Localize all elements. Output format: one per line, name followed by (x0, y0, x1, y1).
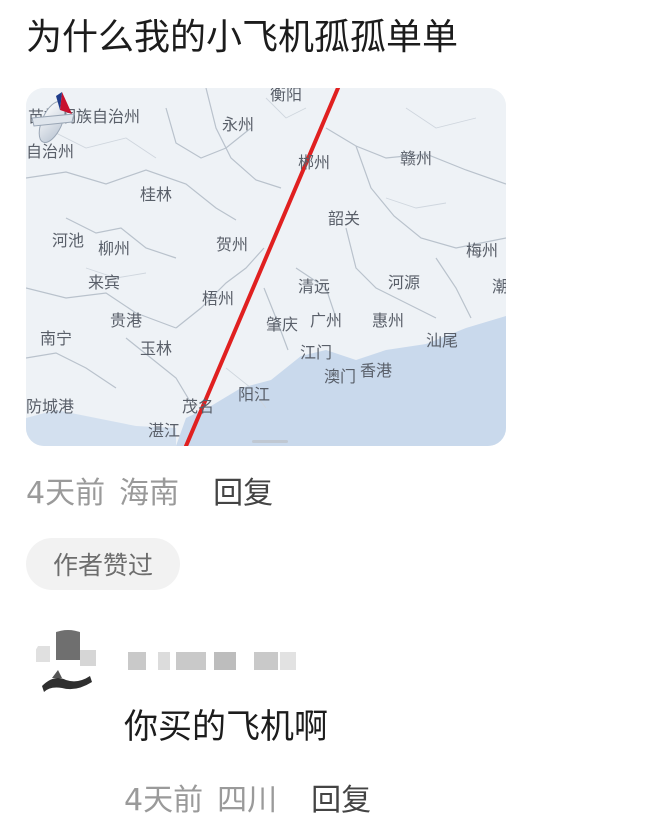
reply-button[interactable]: 回复 (213, 468, 273, 512)
map-city-label: 梧州 (202, 289, 235, 308)
map-city-label: 茂名 (182, 397, 215, 416)
map-city-label: 贵港 (110, 311, 143, 330)
map-city-label: 肇庆 (266, 315, 299, 334)
map-city-label: 河源 (388, 273, 421, 292)
map-city-label: 香港 (360, 361, 393, 380)
map-city-label: 阳江 (238, 385, 271, 404)
map-city-label: 柳州 (98, 239, 131, 258)
map-city-label: 郴州 (298, 153, 331, 172)
airplane-icon (31, 92, 75, 144)
comment-meta: 4天前 海南 回复 (26, 466, 273, 514)
map-city-label: 来宾 (88, 273, 121, 292)
flight-map-image[interactable]: 衡阳 苗族侗族自治州 永州 自治州 郴州 赣州 桂林 韶关 河池 柳州 贺州 梅… (26, 88, 506, 446)
map-city-label: 南宁 (40, 329, 73, 348)
map-city-label: 永州 (222, 115, 255, 134)
reply-to-reply-button[interactable]: 回复 (311, 775, 371, 819)
comment-location: 海南 (119, 476, 180, 511)
map-city-label: 贺州 (216, 235, 249, 254)
reply-text: 你买的飞机啊 (124, 707, 328, 747)
map-city-label: 赣州 (400, 149, 433, 168)
map-city-label: 江门 (300, 343, 333, 362)
map-city-label: 清远 (298, 277, 331, 296)
map-city-label: 防城港 (26, 397, 75, 416)
comment-text: 为什么我的小飞机孤孤单单 (26, 17, 459, 58)
avatar-image (32, 630, 104, 702)
map-city-label: 汕尾 (426, 331, 459, 350)
comment-thread: 为什么我的小飞机孤孤单单 衡阳 苗族侗族自治州 永州 自治州 郴州 赣州 桂林 … (0, 0, 667, 833)
author-liked-badge: 作者赞过 (26, 538, 180, 590)
map-city-label: 澳门 (324, 367, 357, 386)
map-city-label: 河池 (52, 231, 85, 250)
reply-meta: 4天前 四川 回复 (124, 774, 371, 820)
map-city-label: 韶关 (328, 209, 361, 228)
reply-time: 4天前 (124, 783, 204, 818)
map-city-label: 玉林 (140, 339, 173, 358)
username-redacted[interactable] (128, 648, 298, 674)
map-city-label: 梅州 (466, 241, 499, 260)
map-city-label: 衡阳 (270, 88, 303, 104)
map-city-label: 桂林 (140, 185, 173, 204)
avatar[interactable] (32, 630, 104, 702)
map-city-label: 湛江 (148, 421, 181, 440)
comment-time: 4天前 (26, 476, 106, 511)
reply-location: 四川 (217, 783, 278, 818)
map-city-label: 潮 (492, 277, 506, 296)
map-city-label: 广州 (310, 311, 343, 330)
map-city-label: 惠州 (372, 311, 405, 330)
